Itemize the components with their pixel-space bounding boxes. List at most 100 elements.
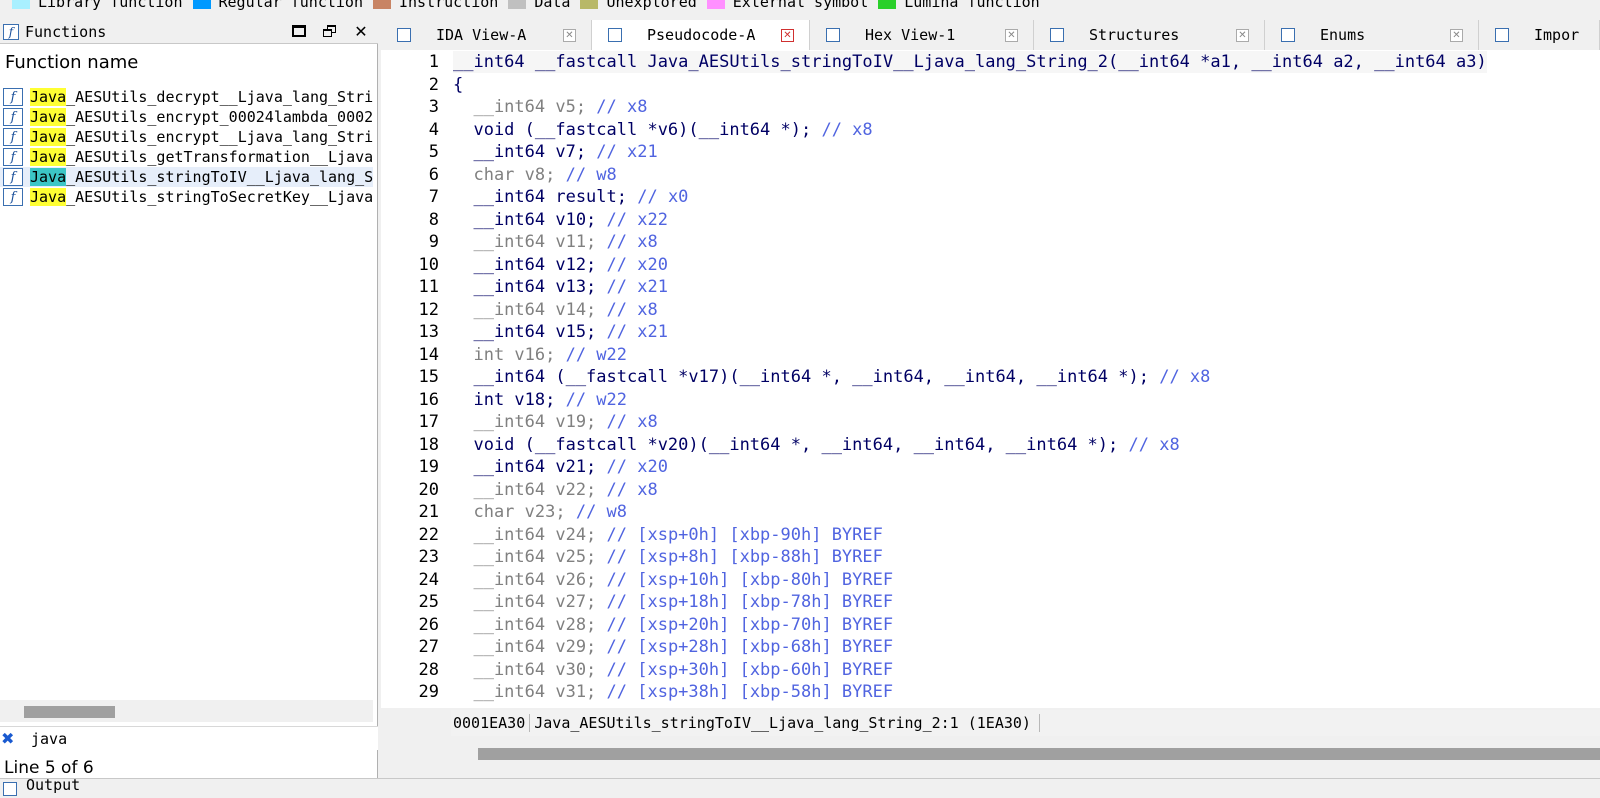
current-address: 0001EA30 (451, 714, 531, 732)
tab-ida-view-a[interactable]: IDA View-A ✕ (381, 20, 592, 50)
tab-label: Hex View-1 (865, 26, 956, 44)
tab-pseudocode-a[interactable]: Pseudocode-A ✕ (592, 20, 810, 50)
code-comment: // x21 (596, 142, 658, 162)
code-line[interactable]: __int64 v10; // x22 (453, 209, 667, 231)
line-number: 26 (418, 615, 439, 635)
tab-enums[interactable]: Enums ✕ (1265, 20, 1479, 50)
tab-impor[interactable]: Impor (1479, 20, 1600, 50)
line-number: 6 (428, 165, 439, 185)
line-number: 15 (418, 367, 439, 387)
code-text: __int64 v11; (453, 232, 607, 252)
function-name-match: Java (30, 148, 67, 166)
legend-swatch (192, 0, 211, 9)
code-line[interactable]: int v18; // w22 (453, 389, 627, 411)
function-list-item[interactable]: f Java _AESUtils_decrypt__Ljava_lang_Strin (0, 87, 373, 107)
code-line[interactable]: __int64 (__fastcall *v17)(__int64 *, __i… (453, 366, 1210, 388)
pseudocode-horizontal-scrollbar[interactable] (451, 742, 1600, 764)
tab-hex-view-1[interactable]: Hex View-1 ✕ (810, 20, 1034, 50)
legend-item: Lumina function (878, 0, 1040, 10)
scrollbar-thumb[interactable] (478, 748, 1600, 760)
code-line[interactable]: __int64 v24; // [xsp+0h] [xbp-90h] BYREF (453, 524, 882, 546)
code-line[interactable]: __int64 v29; // [xsp+28h] [xbp-68h] BYRE… (453, 636, 893, 658)
code-text: __int64 v19; (453, 412, 607, 432)
line-number: 19 (418, 457, 439, 477)
code-line[interactable]: __int64 v27; // [xsp+18h] [xbp-78h] BYRE… (453, 591, 893, 613)
code-line[interactable]: __int64 result; // x0 (453, 186, 688, 208)
function-list-item[interactable]: f Java _AESUtils_getTransformation__Ljava_ (0, 147, 373, 167)
close-tab-icon[interactable]: ✕ (1236, 29, 1249, 42)
filter-input[interactable]: java (31, 730, 67, 748)
maximize-icon[interactable] (290, 22, 308, 40)
tab-label: Structures (1089, 26, 1180, 44)
function-list-item[interactable]: f Java _AESUtils_encrypt__Ljava_lang_Strin (0, 127, 373, 147)
function-name-column-header[interactable]: Function name (0, 48, 378, 76)
enums-icon (1281, 28, 1295, 42)
code-text: __int64 (__fastcall *v17)(__int64 *, __i… (453, 367, 1160, 387)
legend-bar: Library function Regular function Instruct… (0, 0, 1600, 10)
line-number: 13 (418, 322, 439, 342)
code-text: __int64 v5; (453, 97, 597, 117)
legend-label: Lumina function (904, 0, 1040, 10)
line-number: 3 (428, 97, 439, 117)
line-number: 29 (418, 682, 439, 702)
code-line[interactable]: __int64 v21; // x20 (453, 456, 667, 478)
tab-structures[interactable]: Structures ✕ (1034, 20, 1265, 50)
code-line[interactable]: __int64 v11; // x8 (453, 231, 657, 253)
code-line[interactable]: __int64 v19; // x8 (453, 411, 657, 433)
code-line[interactable]: __int64 v28; // [xsp+20h] [xbp-70h] BYRE… (453, 614, 893, 636)
legend-item: Instruction (373, 0, 498, 10)
code-line[interactable]: __int64 __fastcall Java_AESUtils_stringT… (453, 51, 1487, 73)
legend-swatch (12, 0, 30, 9)
function-name-rest: _AESUtils_encrypt__Ljava_lang_Strin (66, 128, 373, 146)
code-text: __int64 __fastcall Java_AESUtils_stringT… (453, 52, 1487, 72)
clear-filter-icon[interactable]: ✖ (1, 729, 17, 748)
code-text: __int64 v27; (453, 592, 607, 612)
code-line[interactable]: { (453, 74, 463, 96)
code-line[interactable]: __int64 v14; // x8 (453, 299, 657, 321)
code-comment: // x21 (606, 322, 668, 342)
code-line[interactable]: __int64 v25; // [xsp+8h] [xbp-88h] BYREF (453, 546, 882, 568)
close-tab-icon[interactable]: ✕ (563, 29, 576, 42)
output-panel-title[interactable]: Output (26, 779, 80, 794)
close-tab-icon[interactable]: ✕ (1450, 29, 1463, 42)
function-icon: f (3, 108, 23, 126)
close-tab-icon[interactable]: ✕ (781, 29, 794, 42)
code-line[interactable]: int v16; // w22 (453, 344, 627, 366)
line-number-gutter: 1 2 3 4 5 6 7 8 9 10 11 12 13 14 15 16 17 18 19 20 21 22 23 24 2… (381, 50, 445, 708)
functions-panel-title: Functions (25, 22, 107, 41)
close-tab-icon[interactable]: ✕ (1005, 29, 1018, 42)
code-line[interactable]: __int64 v7; // x21 (453, 141, 658, 163)
code-line[interactable]: __int64 v31; // [xsp+38h] [xbp-58h] BYRE… (453, 681, 893, 703)
code-line[interactable]: __int64 v13; // x21 (453, 276, 667, 298)
code-line[interactable]: __int64 v12; // x20 (453, 254, 667, 276)
line-number: 4 (428, 120, 439, 140)
code-comment: // x8 (596, 97, 648, 117)
function-name-rest: _AESUtils_stringToSecretKey__Ljava_ (66, 188, 373, 206)
code-line[interactable]: __int64 v5; // x8 (453, 96, 647, 118)
function-list-item[interactable]: f Java _AESUtils_stringToSecretKey__Ljava_ (0, 187, 373, 207)
tab-label: Impor (1534, 26, 1580, 44)
legend-swatch (878, 0, 897, 9)
legend-label: Data (534, 0, 571, 10)
code-line[interactable]: __int64 v26; // [xsp+10h] [xbp-80h] BYRE… (453, 569, 893, 591)
code-line[interactable]: void (__fastcall *v20)(__int64 *, __int6… (453, 434, 1179, 456)
restore-icon[interactable] (321, 22, 339, 40)
line-number: 20 (418, 480, 439, 500)
pseudocode-view[interactable]: 1 2 3 4 5 6 7 8 9 10 11 12 13 14 15 16 17 18 19 20 21 22 23 24 2… (381, 50, 1600, 708)
code-text: __int64 v12; (453, 255, 607, 275)
scrollbar-thumb[interactable] (24, 706, 115, 718)
code-line[interactable]: __int64 v22; // x8 (453, 479, 657, 501)
code-text: __int64 v13; (453, 277, 607, 297)
function-list-item[interactable]: f Java _AESUtils_stringToIV__Ljava_lang_St (0, 167, 373, 187)
function-name-rest: _AESUtils_decrypt__Ljava_lang_Strin (66, 88, 373, 106)
code-line[interactable]: __int64 v30; // [xsp+30h] [xbp-60h] BYRE… (453, 659, 893, 681)
code-line[interactable]: char v8; // w8 (453, 164, 616, 186)
code-line[interactable]: char v23; // w8 (453, 501, 627, 523)
close-icon[interactable]: ✕ (352, 22, 370, 41)
functions-horizontal-scrollbar[interactable] (0, 700, 373, 722)
function-icon: f (3, 128, 23, 146)
function-list-item[interactable]: f Java _AESUtils_encrypt_00024lambda_00024 (0, 107, 373, 127)
code-line[interactable]: __int64 v15; // x21 (453, 321, 668, 343)
code-line[interactable]: void (__fastcall *v6)(__int64 *); // x8 (453, 119, 872, 141)
code-text: __int64 v25; (453, 547, 607, 567)
